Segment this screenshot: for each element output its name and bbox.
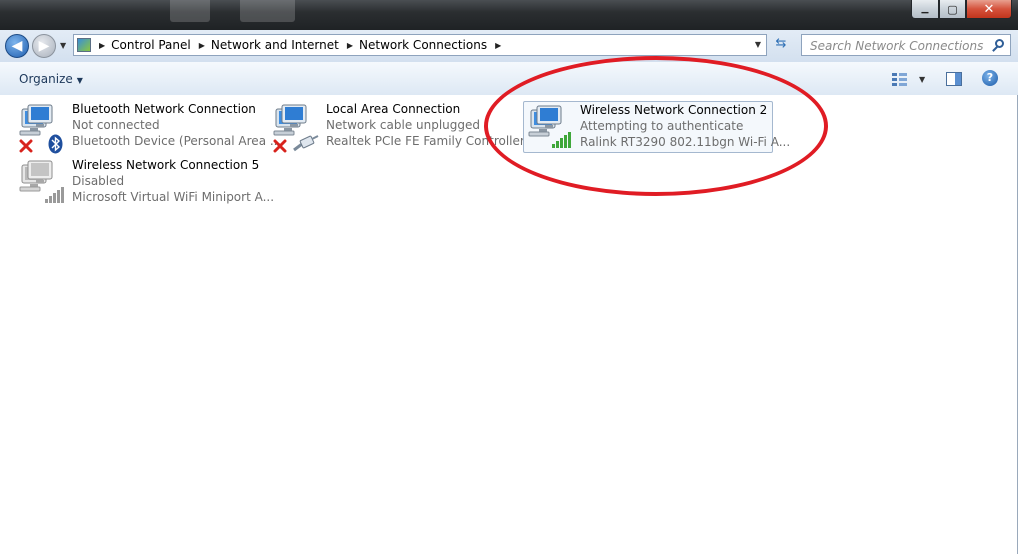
breadcrumb-arrow-icon[interactable]: ▶ — [495, 41, 501, 50]
connection-device: Realtek PCIe FE Family Controller — [326, 134, 525, 148]
breadcrumb-arrow-icon[interactable]: ▶ — [347, 41, 353, 50]
change-view-button[interactable]: ▼ — [891, 71, 925, 87]
connection-device: Ralink RT3290 802.11bgn Wi-Fi A... — [580, 135, 791, 149]
signal-bars-green-icon — [552, 132, 571, 148]
help-icon: ? — [986, 71, 994, 84]
help-button[interactable]: ? — [982, 70, 998, 86]
command-bar: Organize ▼ ▼ ? — [0, 62, 1018, 96]
search-box[interactable] — [801, 34, 1011, 56]
window-controls: ▁ ▢ ✕ — [911, 0, 1012, 19]
organize-label: Organize — [19, 72, 73, 86]
connection-status: Attempting to authenticate — [580, 119, 744, 133]
breadcrumb-network-and-internet[interactable]: Network and Internet — [211, 38, 339, 52]
back-button[interactable]: ◀ — [5, 34, 29, 58]
view-options-icon — [892, 73, 907, 86]
address-row: ◀ ▶ ▼ ▶ Control Panel ▶ Network and Inte… — [0, 30, 1018, 62]
address-dropdown-icon[interactable]: ▼ — [755, 40, 761, 49]
bluetooth-icon — [48, 134, 63, 154]
chevron-down-icon: ▼ — [76, 76, 83, 85]
close-icon: ✕ — [983, 1, 995, 17]
breadcrumb-arrow-icon[interactable]: ▶ — [99, 41, 105, 50]
maximize-button[interactable]: ▢ — [939, 0, 966, 19]
connection-item-wireless-5[interactable]: Wireless Network Connection 5 Disabled M… — [18, 157, 274, 209]
refresh-button[interactable]: ⇆ — [770, 36, 792, 56]
connection-name: Wireless Network Connection 2 — [580, 103, 768, 117]
breadcrumb-network-connections[interactable]: Network Connections — [359, 38, 487, 52]
connection-status: Not connected — [72, 118, 160, 132]
connection-name: Local Area Connection — [326, 102, 461, 116]
connection-item-wireless-2[interactable]: Wireless Network Connection 2 Attempting… — [523, 101, 790, 153]
network-connections-window: ▁ ▢ ✕ ◀ ▶ ▼ ▶ Control Panel ▶ Network an… — [0, 0, 1018, 554]
preview-pane-icon — [946, 72, 962, 86]
connection-item-local-area[interactable]: Local Area Connection Network cable unpl… — [272, 101, 525, 153]
control-panel-icon — [77, 38, 91, 52]
search-icon[interactable] — [995, 39, 1004, 48]
red-x-icon — [19, 139, 33, 153]
back-arrow-icon: ◀ — [11, 38, 23, 54]
forward-arrow-icon: ▶ — [38, 38, 50, 54]
maximize-icon: ▢ — [947, 2, 958, 16]
breadcrumb-arrow-icon[interactable]: ▶ — [199, 41, 205, 50]
preview-pane-button[interactable] — [946, 71, 962, 87]
forward-button[interactable]: ▶ — [32, 34, 56, 58]
minimize-icon: ▁ — [921, 4, 929, 14]
refresh-icon: ⇆ — [775, 36, 787, 51]
close-button[interactable]: ✕ — [966, 0, 1012, 19]
connection-name: Wireless Network Connection 5 — [72, 158, 260, 172]
search-input[interactable] — [808, 38, 992, 54]
red-x-icon — [273, 139, 287, 153]
minimize-button[interactable]: ▁ — [911, 0, 939, 19]
title-bar-blur — [240, 0, 295, 22]
ethernet-cable-icon — [293, 135, 319, 152]
organize-button[interactable]: Organize ▼ — [19, 72, 83, 86]
connection-status: Network cable unplugged — [326, 118, 481, 132]
address-bar[interactable]: ▶ Control Panel ▶ Network and Internet ▶… — [73, 34, 767, 56]
connection-device: Microsoft Virtual WiFi Miniport A... — [72, 190, 275, 204]
connection-device: Bluetooth Device (Personal Area ... — [72, 134, 282, 148]
view-dropdown-icon[interactable]: ▼ — [919, 75, 925, 84]
title-bar-blur — [170, 0, 210, 22]
connection-status: Disabled — [72, 174, 125, 188]
breadcrumb-control-panel[interactable]: Control Panel — [111, 38, 191, 52]
connections-view: Bluetooth Network Connection Not connect… — [0, 95, 1018, 554]
connection-item-bluetooth[interactable]: Bluetooth Network Connection Not connect… — [18, 101, 281, 154]
recent-pages-dropdown[interactable]: ▼ — [60, 41, 66, 50]
signal-bars-gray-icon — [45, 187, 64, 203]
title-bar: ▁ ▢ ✕ — [0, 0, 1018, 30]
connection-name: Bluetooth Network Connection — [72, 102, 256, 116]
